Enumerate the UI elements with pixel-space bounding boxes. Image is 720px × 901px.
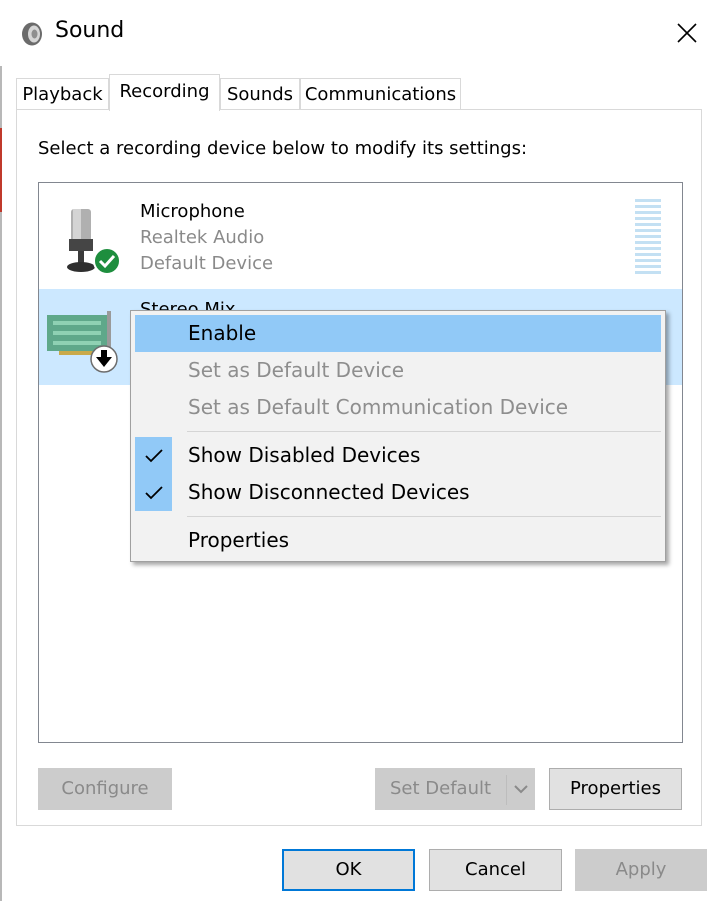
device-driver: Realtek Audio xyxy=(140,227,265,248)
configure-button[interactable]: Configure xyxy=(38,768,172,810)
level-meter xyxy=(635,199,661,277)
apply-button[interactable]: Apply xyxy=(575,849,707,891)
context-menu: Enable Set as Default Device Set as Defa… xyxy=(130,310,666,562)
close-button[interactable] xyxy=(654,0,720,66)
tab-recording[interactable]: Recording xyxy=(109,74,220,111)
list-item-microphone[interactable]: Microphone Realtek Audio Default Device xyxy=(39,191,682,287)
properties-button[interactable]: Properties xyxy=(549,768,682,810)
tab-communications[interactable]: Communications xyxy=(300,78,461,110)
disabled-arrow-badge xyxy=(90,345,118,373)
ok-button[interactable]: OK xyxy=(282,849,415,891)
microphone-icon xyxy=(67,209,121,275)
menu-item-set-default-device[interactable]: Set as Default Device xyxy=(135,352,661,389)
instructions-text: Select a recording device below to modif… xyxy=(38,138,528,159)
tab-playback[interactable]: Playback xyxy=(16,78,109,110)
chevron-down-icon[interactable] xyxy=(514,785,528,794)
background-window-edge xyxy=(0,128,2,212)
menu-item-show-disconnected-devices[interactable]: Show Disconnected Devices xyxy=(135,474,661,511)
speaker-icon xyxy=(22,22,42,46)
split-divider xyxy=(506,775,507,805)
close-icon xyxy=(677,23,697,43)
menu-separator xyxy=(187,516,661,517)
menu-item-properties[interactable]: Properties xyxy=(135,522,661,559)
set-default-label: Set Default xyxy=(390,778,492,799)
check-icon xyxy=(135,474,172,511)
device-name: Microphone xyxy=(140,201,245,222)
green-check-badge xyxy=(93,247,121,275)
sound-card-icon xyxy=(47,311,118,373)
set-default-split-button[interactable]: Set Default xyxy=(375,768,535,810)
menu-item-show-disabled-devices[interactable]: Show Disabled Devices xyxy=(135,437,661,474)
menu-item-set-default-communication-device[interactable]: Set as Default Communication Device xyxy=(135,389,661,426)
title-bar[interactable]: Sound xyxy=(0,0,720,66)
window-title: Sound xyxy=(55,18,125,43)
device-status: Default Device xyxy=(140,253,274,274)
menu-separator xyxy=(187,431,661,432)
menu-item-enable[interactable]: Enable xyxy=(135,315,661,352)
check-icon xyxy=(135,437,172,474)
cancel-button[interactable]: Cancel xyxy=(429,849,562,891)
tab-sounds[interactable]: Sounds xyxy=(220,78,300,110)
